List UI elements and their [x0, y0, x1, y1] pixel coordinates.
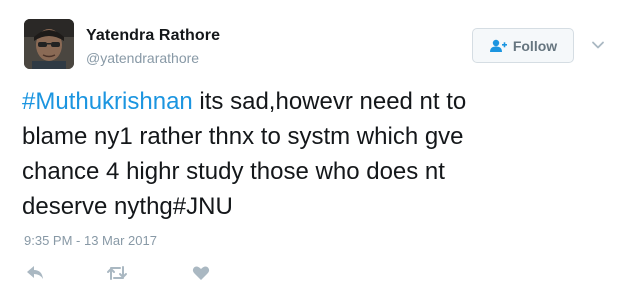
tweet-line: its sad,howevr need nt to — [192, 88, 467, 115]
tweet-line: deserve nythg — [22, 193, 173, 220]
tweet-line: blame ny1 rather thnx to systm which gve — [22, 123, 464, 150]
tweet-actions — [0, 262, 624, 286]
tweet-text: #Muthukrishnan its sad,howevr need nt to… — [22, 84, 612, 224]
profile-photo — [24, 19, 74, 69]
tweet-line: chance 4 highr study those who does nt — [22, 158, 445, 185]
add-user-icon — [489, 39, 507, 53]
user-handle[interactable]: @yatendrarathore — [86, 50, 199, 66]
hashtag-link: #JNU — [172, 193, 233, 220]
avatar[interactable] — [24, 19, 74, 69]
heart-icon[interactable] — [190, 262, 214, 286]
follow-label: Follow — [512, 37, 558, 54]
hashtag-link[interactable]: #Muthukrishnan — [22, 88, 193, 115]
retweet-icon[interactable] — [105, 262, 129, 286]
timestamp[interactable]: 9:35 PM - 13 Mar 2017 — [24, 233, 157, 248]
reply-icon[interactable] — [24, 262, 48, 286]
chevron-down-icon[interactable] — [590, 37, 606, 53]
display-name[interactable]: Yatendra Rathore — [86, 27, 220, 45]
follow-button[interactable]: Follow — [472, 28, 574, 63]
